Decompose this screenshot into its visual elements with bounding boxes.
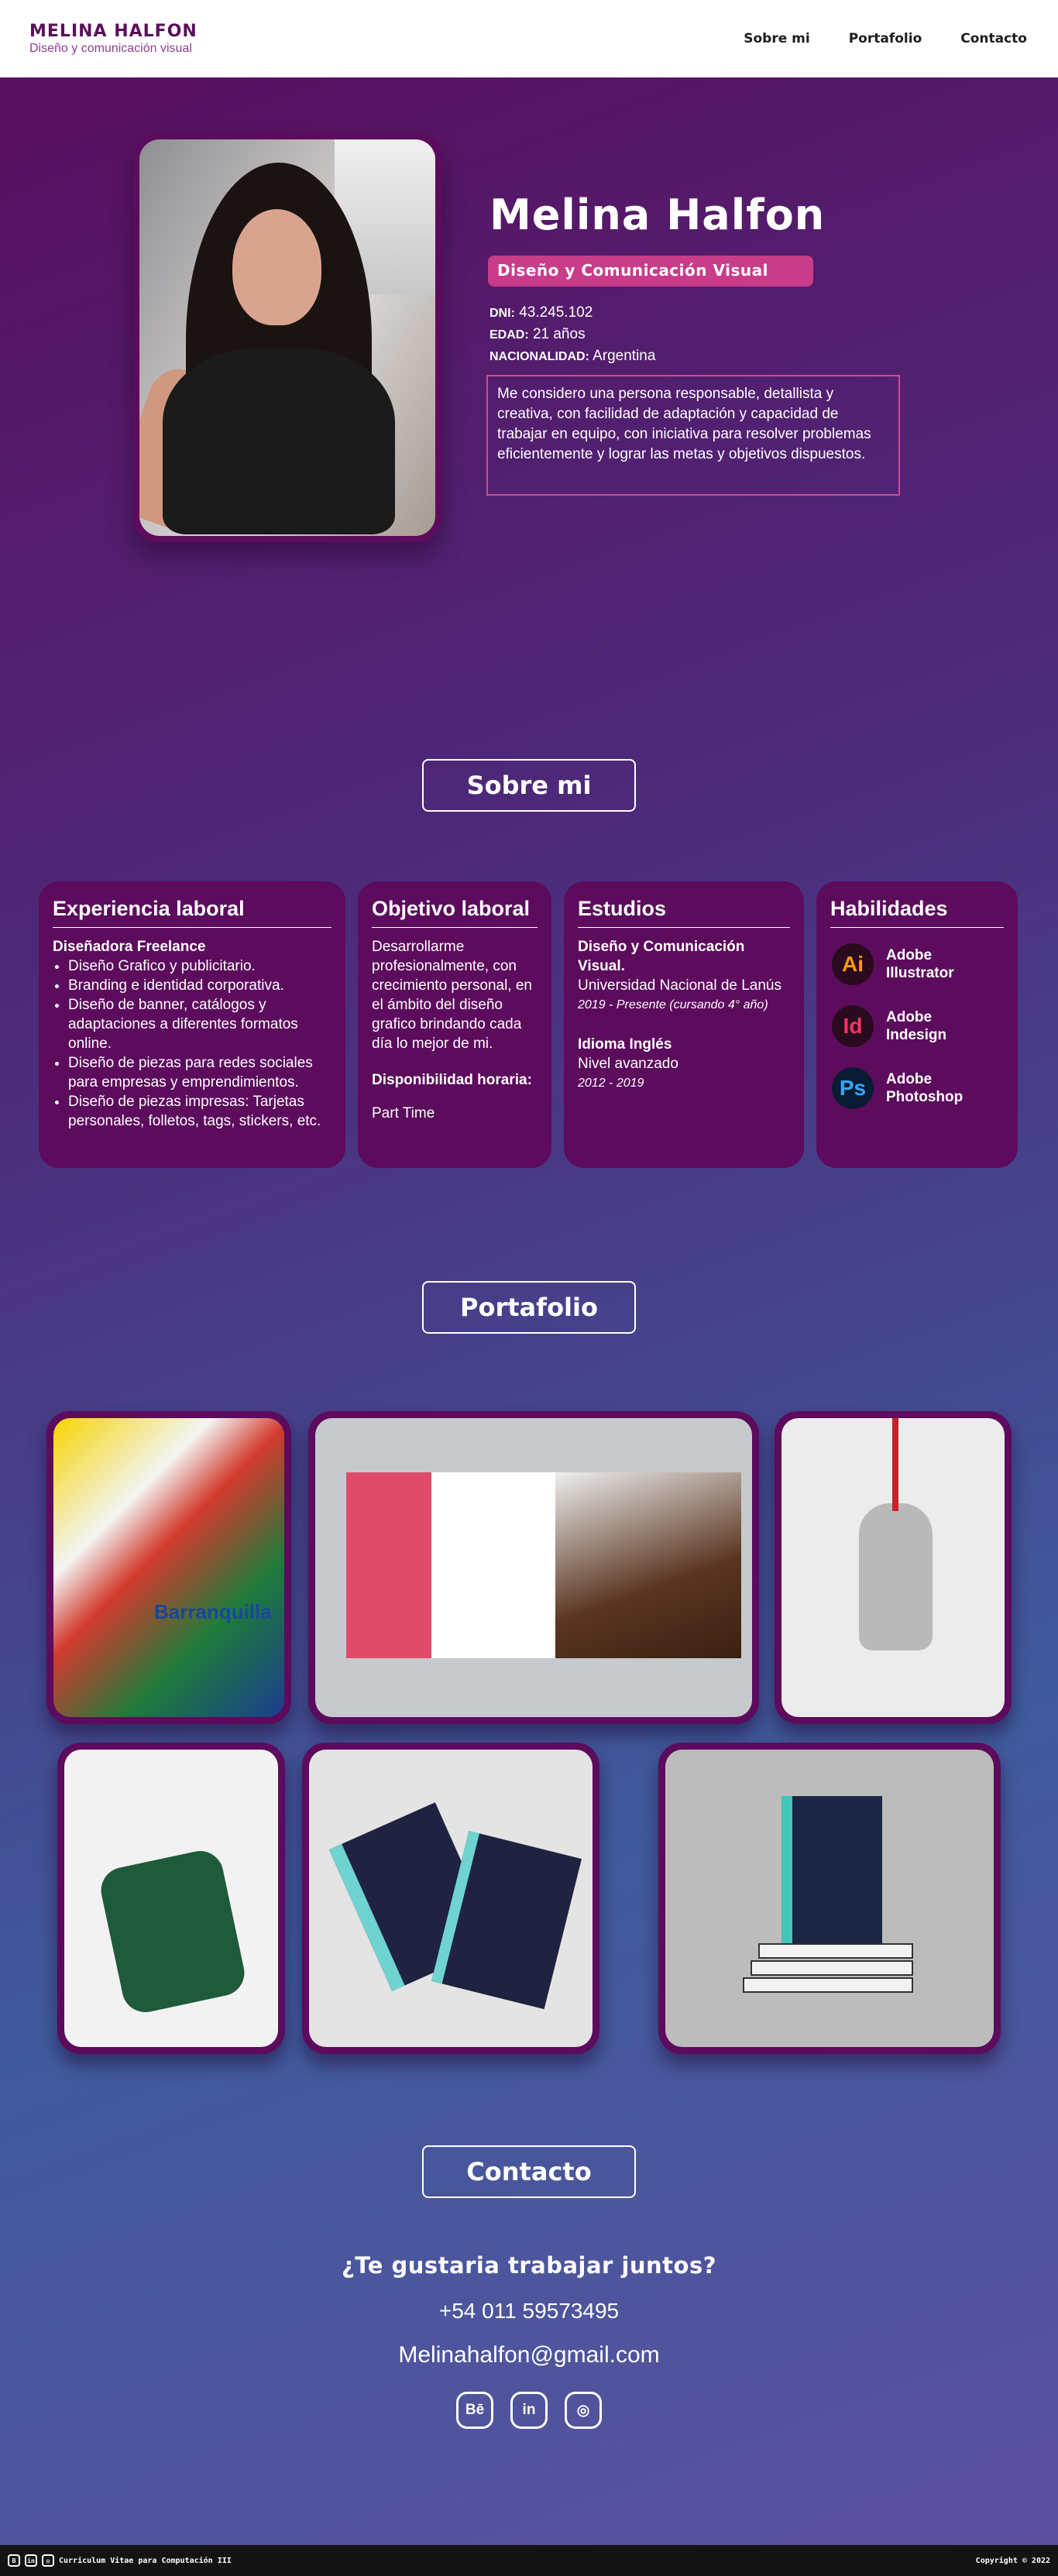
- language-years: 2012 - 2019: [578, 1077, 644, 1090]
- profile-photo: [139, 139, 435, 536]
- portfolio-image-books: [309, 1750, 593, 2047]
- linkedin-icon[interactable]: in: [25, 2554, 37, 2567]
- skill-label: Adobe Indesign: [886, 1009, 947, 1043]
- behance-icon[interactable]: Bē: [456, 2392, 493, 2429]
- list-item: Diseño de piezas impresas: Tarjetas pers…: [68, 1092, 331, 1131]
- objective-text: Desarrollarme profesionalmente, con crec…: [372, 939, 532, 1052]
- social-links: Bē in ◎: [0, 2392, 1058, 2429]
- age-value: 21 años: [532, 326, 586, 342]
- experience-role: Diseñadora Freelance: [53, 939, 206, 955]
- nationality-value: Argentina: [593, 348, 656, 364]
- list-item: Branding e identidad corporativa.: [68, 976, 331, 995]
- card-studies: Estudios Diseño y Comunicación Visual. U…: [564, 881, 804, 1168]
- portfolio-item[interactable]: [658, 1743, 1001, 2054]
- section-title-portafolio: Portafolio: [422, 1281, 636, 1334]
- personal-facts: DNI: 43.245.102 EDAD: 21 años NACIONALID…: [489, 302, 655, 367]
- portfolio-image-collage: Barranquilla: [53, 1418, 284, 1717]
- degree: Diseño y Comunicación Visual.: [578, 939, 745, 974]
- profile-name: Melina Halfon: [489, 191, 826, 239]
- illustrator-icon: Ai: [832, 943, 874, 985]
- skill-illustrator: Ai Adobe Illustrator: [832, 943, 1004, 985]
- degree-years: 2019 - Presente (cursando 4° año): [578, 998, 768, 1012]
- portfolio-image-tag: [781, 1418, 1005, 1717]
- role-badge: Diseño y Comunicación Visual: [488, 256, 813, 287]
- nationality-label: NACIONALIDAD:: [489, 350, 589, 363]
- nav-portafolio[interactable]: Portafolio: [849, 31, 922, 46]
- dni-label: DNI:: [489, 307, 515, 320]
- availability-value: Part Time: [372, 1105, 435, 1121]
- nav-sobre-mi[interactable]: Sobre mi: [744, 31, 809, 46]
- portfolio-item[interactable]: Barranquilla: [46, 1411, 291, 1724]
- contact-heading: ¿Te gustaria trabajar juntos?: [341, 2252, 717, 2279]
- main-nav: Sobre mi Portafolio Contacto: [744, 31, 1027, 46]
- skill-label: Adobe Photoshop: [886, 1071, 964, 1105]
- section-title-sobre-mi: Sobre mi: [422, 759, 636, 812]
- portfolio-image-book: [315, 1418, 752, 1717]
- portfolio-gallery: Barranquilla: [0, 1334, 1058, 2054]
- portfolio-image-green-tag: [64, 1750, 278, 2047]
- age-label: EDAD:: [489, 328, 529, 342]
- studies-title: Estudios: [578, 897, 790, 928]
- footer-left: B in ◎ Curriculum Vitae para Computación…: [8, 2554, 232, 2567]
- behance-icon[interactable]: B: [8, 2554, 20, 2567]
- portfolio-item[interactable]: [308, 1411, 759, 1724]
- experience-title: Experiencia laboral: [53, 897, 331, 928]
- site-header: MELINA HALFON Diseño y comunicación visu…: [0, 0, 1058, 77]
- linkedin-icon[interactable]: in: [510, 2392, 548, 2429]
- photoshop-icon: Ps: [832, 1067, 874, 1109]
- card-objective: Objetivo laboral Desarrollarme profesion…: [358, 881, 551, 1168]
- language-level: Nivel avanzado: [578, 1056, 678, 1072]
- footer-copyright: Copyright © 2022: [975, 2556, 1050, 2565]
- contact-email[interactable]: Melinahalfon@gmail.com: [0, 2342, 1058, 2368]
- card-skills: Habilidades Ai Adobe Illustrator Id Adob…: [816, 881, 1018, 1168]
- portfolio-item[interactable]: [57, 1743, 285, 2054]
- brand[interactable]: MELINA HALFON Diseño y comunicación visu…: [29, 22, 198, 56]
- brand-name: MELINA HALFON: [29, 22, 198, 41]
- objective-title: Objetivo laboral: [372, 897, 538, 928]
- collage-caption: Barranquilla: [154, 1600, 272, 1623]
- portfolio-item[interactable]: [775, 1411, 1012, 1724]
- about-cards: Experiencia laboral Diseñadora Freelance…: [0, 881, 1058, 1168]
- list-item: Diseño de piezas para redes sociales par…: [68, 1053, 331, 1092]
- skill-label: Adobe Illustrator: [886, 947, 954, 981]
- brand-subtitle: Diseño y comunicación visual: [29, 42, 192, 55]
- profile-photo-frame: [133, 133, 441, 542]
- list-item: Diseño Grafico y publicitario.: [68, 957, 331, 976]
- school: Universidad Nacional de Lanús: [578, 977, 781, 994]
- portfolio-item[interactable]: [302, 1743, 599, 2054]
- language: Idioma Inglés: [578, 1036, 672, 1053]
- site-footer: B in ◎ Curriculum Vitae para Computación…: [0, 2545, 1058, 2576]
- about-text: Me considero una persona responsable, de…: [486, 375, 900, 496]
- card-experience: Experiencia laboral Diseñadora Freelance…: [39, 881, 345, 1168]
- availability-label: Disponibilidad horaria:: [372, 1072, 532, 1088]
- list-item: Diseño de banner, catálogos y adaptacion…: [68, 995, 331, 1053]
- contact-phone[interactable]: +54 011 59573495: [0, 2299, 1058, 2324]
- section-title-contacto: Contacto: [422, 2145, 636, 2198]
- skills-title: Habilidades: [830, 897, 1004, 928]
- dni-value: 43.245.102: [519, 304, 593, 321]
- skill-indesign: Id Adobe Indesign: [832, 1005, 1004, 1047]
- instagram-icon[interactable]: ◎: [565, 2392, 602, 2429]
- footer-caption: Curriculum Vitae para Computación III: [59, 2556, 232, 2565]
- hero-section: Melina Halfon Diseño y Comunicación Visu…: [0, 77, 1058, 635]
- nav-contacto[interactable]: Contacto: [960, 31, 1027, 46]
- portfolio-image-book-stack: [665, 1750, 994, 2047]
- instagram-icon[interactable]: ◎: [42, 2554, 54, 2567]
- contact-section: ¿Te gustaria trabajar juntos? +54 011 59…: [0, 2252, 1058, 2429]
- indesign-icon: Id: [832, 1005, 874, 1047]
- skill-photoshop: Ps Adobe Photoshop: [832, 1067, 1004, 1109]
